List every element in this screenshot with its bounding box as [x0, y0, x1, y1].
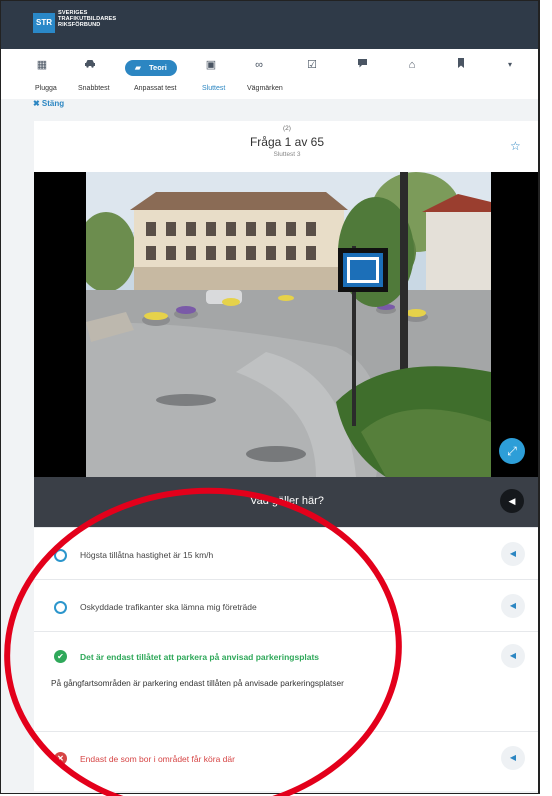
tab-snabbtest[interactable]: Snabbtest	[78, 85, 110, 92]
speaker-icon[interactable]: ◀	[501, 542, 525, 566]
speaker-icon[interactable]: ◀	[501, 594, 525, 618]
question-media: ⤢	[34, 172, 538, 477]
question-number: (2)	[283, 125, 291, 132]
brand-logo[interactable]: STR	[33, 13, 55, 33]
answer-text: Endast de som bor i området får köra där	[80, 754, 235, 764]
answer-option[interactable]: Oskyddade trafikanter ska lämna mig före…	[34, 579, 538, 632]
grid-icon[interactable]: ▦	[34, 58, 50, 72]
bookmark-icon[interactable]	[453, 58, 469, 72]
question-header: (2) Fråga 1 av 65 Sluttest 3 ☆	[34, 121, 538, 171]
car-icon[interactable]	[82, 58, 98, 72]
answer-option-correct[interactable]: ✔ Det är endast tillåtet att parkera på …	[34, 631, 538, 732]
speaker-icon[interactable]: ◀	[500, 489, 524, 513]
close-link[interactable]: ✖ Stäng	[33, 99, 64, 108]
answer-text: Det är endast tillåtet att parkera på an…	[80, 652, 320, 662]
radio-icon[interactable]	[54, 601, 67, 614]
nav-item-label: Teori	[149, 63, 167, 72]
book-icon: ▰	[135, 63, 141, 72]
nav-item-teori[interactable]: ▰ Teori	[125, 60, 177, 76]
check-icon: ✔	[54, 650, 67, 663]
link-icon[interactable]: ∞	[251, 58, 267, 72]
answer-option[interactable]: Högsta tillåtna hastighet är 15 km/h ◀	[34, 527, 538, 580]
chevron-down-icon[interactable]: ▾	[502, 58, 518, 72]
answer-text: Oskyddade trafikanter ska lämna mig före…	[80, 602, 257, 612]
top-header: STR SVERIGES TRAFIKUTBILDARES RIKSFÖRBUN…	[1, 1, 538, 49]
speaker-icon[interactable]: ◀	[501, 746, 525, 770]
tab-sluttest[interactable]: Sluttest	[202, 85, 225, 92]
app-window: STR SVERIGES TRAFIKUTBILDARES RIKSFÖRBUN…	[0, 0, 540, 794]
question-subtitle: Sluttest 3	[273, 151, 301, 158]
brand-name: SVERIGES TRAFIKUTBILDARES RIKSFÖRBUND	[58, 10, 116, 28]
tab-plugga[interactable]: Plugga	[35, 85, 57, 92]
expand-icon[interactable]: ⤢	[499, 438, 525, 464]
answer-explanation: På gångfartsområden är parkering endast …	[51, 678, 344, 688]
star-icon[interactable]: ☆	[510, 139, 521, 153]
chat-icon[interactable]	[354, 58, 370, 72]
question-prompt-bar: Vad gäller här? ◀	[34, 477, 538, 527]
checklist-icon[interactable]: ☑	[304, 58, 320, 72]
question-prompt: Vad gäller här?	[250, 495, 324, 507]
question-photo	[86, 172, 491, 477]
tab-vagmarken[interactable]: Vägmärken	[247, 85, 283, 92]
answer-text: Högsta tillåtna hastighet är 15 km/h	[80, 550, 214, 560]
answer-option-wrong[interactable]: ✕ Endast de som bor i området får köra d…	[34, 731, 538, 787]
tab-anpassat-test[interactable]: Anpassat test	[134, 85, 176, 92]
cross-icon: ✕	[54, 752, 67, 765]
calendar-icon[interactable]: ▣	[203, 58, 219, 72]
speaker-icon[interactable]: ◀	[501, 644, 525, 668]
question-card: (2) Fråga 1 av 65 Sluttest 3 ☆ ⤢ Vad gäl…	[34, 121, 538, 791]
brand-line: RIKSFÖRBUND	[58, 22, 101, 28]
radio-icon[interactable]	[54, 549, 67, 562]
sub-nav: Plugga Snabbtest Anpassat test Sluttest …	[1, 81, 538, 99]
main-nav: ▦ ▰ Teori ▣ ∞ ☑ ⌂ ▾	[1, 49, 538, 82]
home-icon[interactable]: ⌂	[404, 58, 420, 72]
question-title: Fråga 1 av 65	[249, 135, 325, 149]
